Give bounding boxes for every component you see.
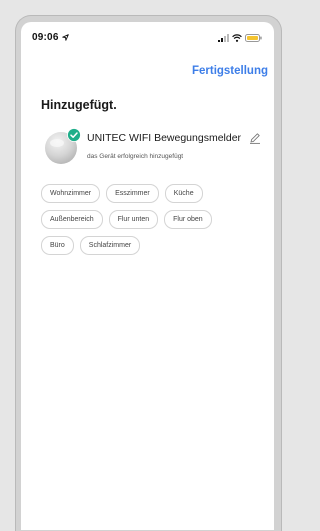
- room-tag-flur-oben[interactable]: Flur oben: [164, 210, 212, 229]
- phone-screen: 09:06 Fertigstellung Hinzugefügt. UNITEC…: [21, 22, 274, 530]
- room-tag-row: Büro Schlafzimmer: [41, 236, 266, 255]
- location-arrow-icon: [61, 34, 69, 41]
- room-tag-wohnzimmer[interactable]: Wohnzimmer: [41, 184, 101, 203]
- room-tag-row: Außenbereich Flur unten Flur oben: [41, 210, 266, 229]
- status-time: 09:06: [32, 32, 69, 43]
- wifi-icon: [232, 34, 242, 42]
- status-bar: 09:06: [21, 22, 274, 56]
- success-check-icon: [67, 128, 81, 142]
- room-tag-kueche[interactable]: Küche: [164, 184, 203, 203]
- device-entry: UNITEC WIFI Bewegungsmelder das Gerät er…: [41, 128, 266, 168]
- room-tag-flur-unten[interactable]: Flur unten: [108, 210, 159, 229]
- room-tag-esszimmer[interactable]: Esszimmer: [106, 184, 159, 203]
- status-icons: [218, 34, 262, 42]
- done-button[interactable]: Fertigstellung: [192, 65, 268, 77]
- room-tag-aussenbereich[interactable]: Außenbereich: [41, 210, 103, 229]
- room-tag-row: Wohnzimmer Esszimmer Küche: [41, 184, 266, 203]
- page-title: Hinzugefügt.: [41, 98, 117, 112]
- cellular-signal-icon: [218, 34, 229, 42]
- room-tag-schlafzimmer[interactable]: Schlafzimmer: [79, 236, 141, 255]
- room-tag-list: Wohnzimmer Esszimmer Küche Außenbereich …: [41, 184, 266, 262]
- device-name: UNITEC WIFI Bewegungsmelder: [87, 132, 242, 144]
- room-tag-buero[interactable]: Büro: [41, 236, 74, 255]
- device-status-text: das Gerät erfolgreich hinzugefügt: [87, 153, 184, 160]
- battery-icon: [245, 34, 262, 42]
- edit-pencil-icon[interactable]: [249, 132, 261, 144]
